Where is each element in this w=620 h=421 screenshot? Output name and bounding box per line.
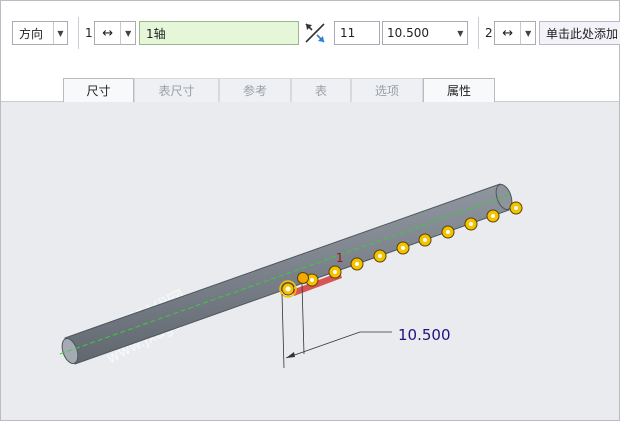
selected-point-center xyxy=(285,286,291,292)
tab-table-dimensions[interactable]: 表尺寸 xyxy=(134,78,219,102)
count-value: 11 xyxy=(340,26,356,40)
pattern-dashboard: 方向 ▼ 1 ↔ ▼ 1轴 11 10.500 ▼ 2 ↔ ▼ 单击此处添加 尺… xyxy=(1,1,620,102)
ref1-type-dropdown[interactable]: ↔ ▼ xyxy=(94,21,136,45)
marker-label: 1 xyxy=(336,251,344,265)
chevron-down-icon: ▼ xyxy=(120,22,135,44)
ref1-field[interactable]: 1轴 xyxy=(139,21,299,45)
double-arrow-icon: ↔ xyxy=(502,25,514,41)
drag-handle[interactable] xyxy=(297,272,309,284)
dimension-value[interactable]: 10.500 xyxy=(398,326,451,344)
add-item-label: 单击此处添加 xyxy=(546,26,619,41)
ref2-collector[interactable]: 单击此处添加 xyxy=(539,21,620,45)
double-arrow-icon: ↔ xyxy=(102,25,114,41)
tab-tables[interactable]: 表 xyxy=(291,78,351,102)
dimension-arrow xyxy=(286,352,295,358)
graphics-viewport[interactable]: 机械时代网 www.jxage.com 1 xyxy=(0,102,620,420)
ref1-value: 1轴 xyxy=(146,26,166,41)
count-field[interactable]: 11 xyxy=(334,21,380,45)
direction-label: 方向 xyxy=(19,26,44,41)
spacing-dropdown[interactable]: 10.500 ▼ xyxy=(382,21,468,45)
spacing-value: 10.500 xyxy=(387,26,429,40)
tab-dimensions[interactable]: 尺寸 xyxy=(63,78,134,102)
ref1-index: 1 xyxy=(85,26,93,40)
tab-options[interactable]: 选项 xyxy=(351,78,423,102)
tab-properties[interactable]: 属性 xyxy=(423,78,495,102)
chevron-down-icon: ▼ xyxy=(457,28,464,38)
ref2-index: 2 xyxy=(485,26,493,40)
spacing-dimension[interactable] xyxy=(281,283,392,369)
chevron-down-icon: ▼ xyxy=(52,22,67,44)
flip-direction-icon[interactable] xyxy=(303,21,327,45)
separator xyxy=(478,17,479,49)
direction-dropdown[interactable]: 方向 ▼ xyxy=(12,21,68,45)
tab-references[interactable]: 参考 xyxy=(219,78,291,102)
ref2-type-dropdown[interactable]: ↔ ▼ xyxy=(494,21,536,45)
separator xyxy=(78,17,79,49)
chevron-down-icon: ▼ xyxy=(520,22,535,44)
